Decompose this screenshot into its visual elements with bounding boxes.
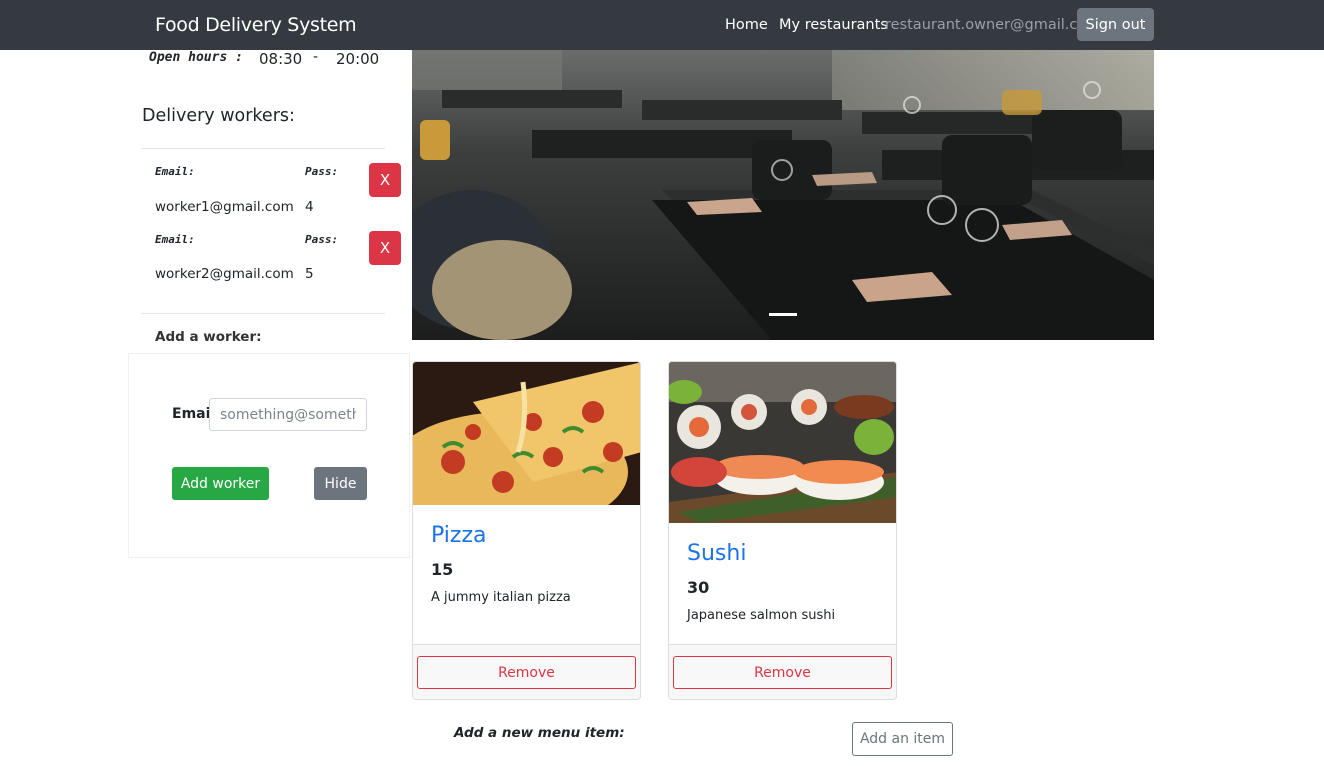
- carousel-indicator[interactable]: [769, 313, 797, 316]
- divider: [142, 148, 385, 149]
- sushi-image: [669, 362, 896, 523]
- nav-my-restaurants-link[interactable]: My restaurants: [779, 17, 888, 33]
- navbar: Food Delivery System Home My restaurants…: [0, 0, 1324, 50]
- menu-item-price: 30: [687, 578, 710, 597]
- worker-email-label: Email:: [155, 165, 195, 178]
- card-footer: Remove: [669, 644, 896, 699]
- worker-pass-label: Pass:: [305, 233, 339, 246]
- brand-link[interactable]: Food Delivery System: [155, 14, 357, 36]
- add-worker-title: Add a worker:: [155, 329, 262, 345]
- nav-home-link[interactable]: Home: [725, 17, 768, 33]
- open-hours-to: 20:00: [336, 50, 380, 68]
- remove-item-button[interactable]: Remove: [673, 656, 892, 689]
- restaurant-carousel: [412, 50, 1154, 340]
- remove-worker-button[interactable]: X: [369, 231, 401, 265]
- menu-item-description: A jummy italian pizza: [431, 590, 571, 605]
- remove-item-button[interactable]: Remove: [417, 656, 636, 689]
- worker-email-label: Email:: [155, 233, 195, 246]
- add-menu-item-label: Add a new menu item:: [454, 725, 625, 741]
- menu-item-name[interactable]: Sushi: [687, 541, 746, 566]
- worker-email: worker2@gmail.com: [155, 266, 294, 282]
- menu-item-card: Pizza 15 A jummy italian pizza Remove: [412, 361, 641, 700]
- restaurant-photo: [412, 50, 1154, 340]
- menu-item-price: 15: [431, 560, 454, 579]
- open-hours-label: Open hours :: [149, 50, 243, 65]
- open-hours-from: 08:30: [259, 50, 303, 68]
- user-email: restaurant.owner@gmail.com: [885, 17, 1101, 33]
- card-footer: Remove: [413, 644, 640, 699]
- delivery-workers-title: Delivery workers:: [142, 106, 295, 126]
- worker-pass: 5: [305, 266, 314, 282]
- add-worker-form: [128, 353, 410, 558]
- menu-item-card: Sushi 30 Japanese salmon sushi Remove: [668, 361, 897, 700]
- worker-pass: 4: [305, 199, 314, 215]
- add-item-button[interactable]: Add an item: [852, 722, 953, 756]
- open-hours-separator: -: [313, 48, 318, 65]
- menu-item-name[interactable]: Pizza: [431, 523, 486, 548]
- divider: [142, 313, 385, 314]
- worker-email-input[interactable]: [209, 398, 367, 431]
- pizza-image: [413, 362, 640, 505]
- remove-worker-button[interactable]: X: [369, 163, 401, 197]
- sign-out-button[interactable]: Sign out: [1077, 8, 1154, 41]
- worker-email: worker1@gmail.com: [155, 199, 294, 215]
- add-worker-button[interactable]: Add worker: [172, 467, 269, 500]
- worker-pass-label: Pass:: [305, 165, 339, 178]
- menu-item-description: Japanese salmon sushi: [687, 608, 836, 623]
- hide-button[interactable]: Hide: [314, 467, 367, 500]
